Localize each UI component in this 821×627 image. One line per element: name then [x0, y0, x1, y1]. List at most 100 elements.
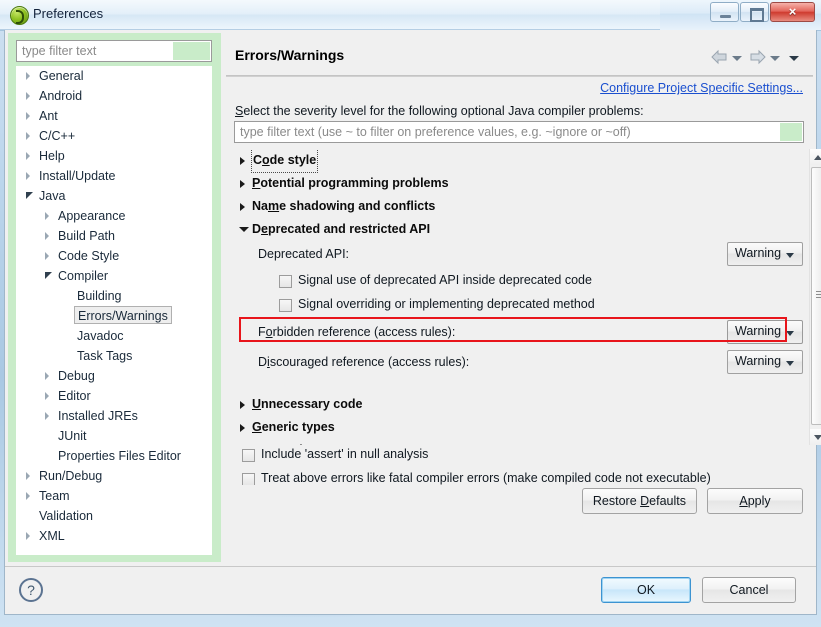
- sidebar-item-appearance[interactable]: Appearance: [16, 206, 212, 226]
- page-navigation: [710, 47, 805, 67]
- expand-chevron-right-icon[interactable]: [26, 472, 30, 480]
- sidebar-item-validation[interactable]: Validation: [16, 506, 212, 526]
- expand-chevron-right-icon[interactable]: [26, 172, 30, 180]
- expand-chevron-right-icon[interactable]: [26, 72, 30, 80]
- sidebar-item-ant[interactable]: Ant: [16, 106, 212, 126]
- expand-chevron-right-icon[interactable]: [240, 203, 245, 211]
- sidebar-item-code-style[interactable]: Code Style: [16, 246, 212, 266]
- section-potential-programming-problems[interactable]: Potential programming problems: [234, 172, 805, 195]
- back-arrow-icon[interactable]: [710, 49, 729, 65]
- collapse-chevron-down-icon[interactable]: [239, 227, 249, 232]
- sidebar-filter-box[interactable]: type filter text: [16, 40, 212, 62]
- scrollbar-thumb[interactable]: [811, 167, 821, 425]
- sidebar-item-errors-warnings[interactable]: Errors/Warnings: [16, 306, 212, 326]
- sidebar-item-team[interactable]: Team: [16, 486, 212, 506]
- sidebar-item-task-tags[interactable]: Task Tags: [16, 346, 212, 366]
- apply-button[interactable]: Apply: [707, 488, 803, 514]
- section-code-style[interactable]: Code style: [234, 149, 805, 173]
- expand-chevron-right-icon[interactable]: [45, 232, 49, 240]
- checkbox-row[interactable]: Signal use of deprecated API inside depr…: [234, 271, 805, 295]
- sidebar-item-installed-jres[interactable]: Installed JREs: [16, 406, 212, 426]
- sidebar-item-label: Compiler: [58, 269, 109, 283]
- back-history-chevron-down-icon[interactable]: [732, 56, 742, 61]
- preferences-tree[interactable]: General Android Ant C/C++ Help Install/Update…: [16, 66, 212, 555]
- minimize-button[interactable]: [710, 2, 739, 22]
- chevron-down-icon[interactable]: [786, 253, 794, 258]
- section-unnecessary-code[interactable]: Unnecessary code: [234, 393, 805, 416]
- sidebar-item-help[interactable]: Help: [16, 146, 212, 166]
- search-input[interactable]: type filter text: [22, 44, 162, 60]
- expand-chevron-right-icon[interactable]: [45, 412, 49, 420]
- sidebar-item-junit[interactable]: JUnit: [16, 426, 212, 446]
- forward-history-chevron-down-icon[interactable]: [770, 56, 780, 61]
- sidebar-item-build-path[interactable]: Build Path: [16, 226, 212, 246]
- sidebar-item-javadoc[interactable]: Javadoc: [16, 326, 212, 346]
- expand-chevron-right-icon[interactable]: [240, 401, 245, 409]
- expand-chevron-right-icon[interactable]: [26, 492, 30, 500]
- section-label-post: otential programming problems: [260, 176, 449, 190]
- sidebar-item-c-c[interactable]: C/C++: [16, 126, 212, 146]
- sidebar-item-general[interactable]: General: [16, 66, 212, 86]
- scroll-up-icon[interactable]: [810, 149, 821, 165]
- sidebar-item-android[interactable]: Android: [16, 86, 212, 106]
- clear-preference-filter-icon[interactable]: [780, 123, 802, 141]
- sidebar-item-editor[interactable]: Editor: [16, 386, 212, 406]
- sidebar-item-debug[interactable]: Debug: [16, 366, 212, 386]
- sidebar-item-building[interactable]: Building: [16, 286, 212, 306]
- checkbox-row[interactable]: Treat above errors like fatal compiler e…: [234, 469, 805, 485]
- severity-dropdown[interactable]: Warning: [727, 242, 803, 266]
- expand-chevron-right-icon[interactable]: [45, 392, 49, 400]
- sidebar-item-xml[interactable]: XML: [16, 526, 212, 546]
- expand-chevron-right-icon[interactable]: [26, 532, 30, 540]
- checkbox[interactable]: [242, 449, 255, 462]
- checkbox[interactable]: [279, 275, 292, 288]
- expand-chevron-right-icon[interactable]: [45, 252, 49, 260]
- section-generic-types[interactable]: Generic types: [234, 416, 805, 439]
- forward-arrow-icon[interactable]: [748, 49, 767, 65]
- sidebar-item-install-update[interactable]: Install/Update: [16, 166, 212, 186]
- checkbox[interactable]: [242, 473, 255, 485]
- sidebar-item-java[interactable]: Java: [16, 186, 212, 206]
- sidebar-item-compiler[interactable]: Compiler: [16, 266, 212, 286]
- cancel-button[interactable]: Cancel: [702, 577, 796, 603]
- checkbox-label: Include 'assert' in null analysis: [261, 447, 429, 461]
- checkbox-row[interactable]: Include 'assert' in null analysis: [234, 445, 805, 469]
- severity-dropdown[interactable]: Warning: [727, 320, 803, 344]
- chevron-down-icon[interactable]: [786, 361, 794, 366]
- expand-chevron-right-icon[interactable]: [26, 92, 30, 100]
- view-menu-chevron-down-icon[interactable]: [789, 56, 799, 61]
- expand-chevron-right-icon[interactable]: [240, 424, 245, 432]
- settings-scrollbar[interactable]: [809, 149, 821, 445]
- collapse-chevron-down-icon[interactable]: [45, 272, 52, 279]
- clear-filter-icon[interactable]: [173, 42, 210, 60]
- collapse-chevron-down-icon[interactable]: [26, 192, 33, 199]
- sidebar-item-label: Building: [77, 289, 122, 303]
- scroll-down-icon[interactable]: [810, 429, 821, 445]
- expand-chevron-right-icon[interactable]: [45, 372, 49, 380]
- expand-chevron-right-icon[interactable]: [26, 152, 30, 160]
- sidebar-item-label: Java: [39, 189, 66, 203]
- expand-chevron-right-icon[interactable]: [26, 132, 30, 140]
- restore-defaults-button[interactable]: Restore Defaults: [581, 488, 697, 514]
- checkbox-label: Signal use of deprecated API inside depr…: [298, 273, 592, 287]
- expand-chevron-right-icon[interactable]: [26, 112, 30, 120]
- help-icon[interactable]: ?: [19, 578, 43, 602]
- checkbox-row[interactable]: Signal overriding or implementing deprec…: [234, 295, 805, 319]
- expand-chevron-right-icon[interactable]: [240, 157, 245, 165]
- sidebar-item-run-debug[interactable]: Run/Debug: [16, 466, 212, 486]
- section-name-shadowing-and-conflicts[interactable]: Name shadowing and conflicts: [234, 195, 805, 218]
- expand-chevron-right-icon[interactable]: [240, 180, 245, 188]
- close-button[interactable]: ×: [770, 2, 815, 22]
- severity-dropdown[interactable]: Warning: [727, 350, 803, 374]
- setting-label: Discouraged reference (access rules):: [258, 355, 469, 369]
- maximize-button[interactable]: [740, 2, 769, 22]
- sidebar-item-properties-files-editor[interactable]: Properties Files Editor: [16, 446, 212, 466]
- preference-filter-input[interactable]: type filter text (use ~ to filter on pre…: [240, 125, 631, 139]
- ok-button[interactable]: OK: [601, 577, 691, 603]
- chevron-down-icon[interactable]: [786, 331, 794, 336]
- checkbox[interactable]: [279, 299, 292, 312]
- preference-filter-box[interactable]: type filter text (use ~ to filter on pre…: [234, 121, 804, 143]
- configure-project-specific-settings-link[interactable]: Configure Project Specific Settings...: [600, 81, 803, 95]
- expand-chevron-right-icon[interactable]: [45, 212, 49, 220]
- section-deprecated-and-restricted-api[interactable]: Deprecated and restricted API: [234, 218, 805, 241]
